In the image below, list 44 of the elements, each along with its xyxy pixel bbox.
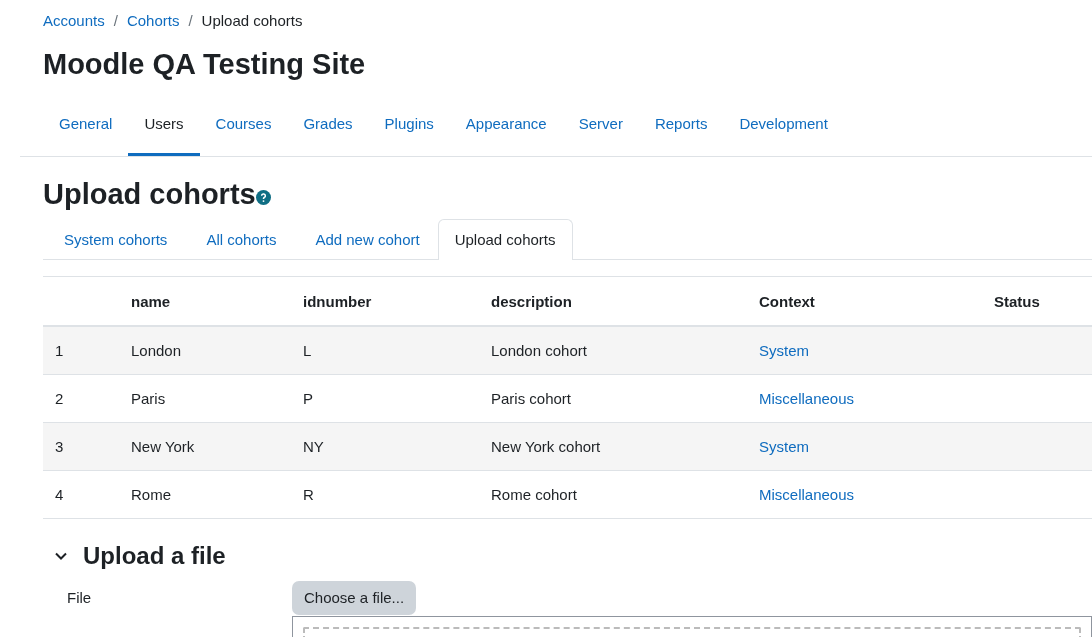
table-cell: Rome cohort	[491, 486, 577, 503]
table-cell: Paris cohort	[491, 390, 572, 407]
nav-tab[interactable]: Development	[723, 104, 844, 156]
table-cell: L	[303, 342, 312, 359]
nav-tab[interactable]: Grades	[287, 104, 369, 156]
help-icon[interactable]	[255, 190, 271, 205]
table-cell: 3	[55, 438, 64, 455]
table-cell: 2	[55, 390, 64, 407]
sub-tab[interactable]: System cohorts	[43, 219, 186, 260]
sub-tab[interactable]: Upload cohorts	[437, 219, 573, 260]
page-heading: Upload cohorts	[43, 177, 256, 211]
context-link[interactable]: Miscellaneous	[759, 486, 855, 503]
nav-tab[interactable]: Plugins	[368, 104, 450, 156]
table-cell: Paris	[131, 390, 166, 407]
table-cell: London cohort	[491, 342, 587, 359]
nav-tab[interactable]: Appearance	[449, 104, 563, 156]
nav-tab[interactable]: General	[43, 104, 129, 156]
nav-tab[interactable]: Users	[128, 104, 200, 156]
nav-tab[interactable]: Server	[562, 104, 639, 156]
sub-tab[interactable]: All cohorts	[185, 219, 295, 260]
table-cell: New York cohort	[491, 438, 601, 455]
choose-file-button[interactable]: Choose a file...	[292, 581, 417, 615]
table-cell: London	[131, 342, 182, 359]
sub-tab[interactable]: Add new cohort	[294, 219, 438, 260]
table-cell: 1	[55, 342, 64, 359]
breadcrumb-link[interactable]: Cohorts	[126, 12, 180, 30]
context-link[interactable]: Miscellaneous	[759, 390, 855, 407]
breadcrumb-separator: /	[188, 12, 193, 30]
table-cell: P	[303, 390, 313, 407]
section-heading: Upload a file	[83, 541, 226, 571]
breadcrumb-separator: /	[113, 12, 118, 30]
nav-tab[interactable]: Reports	[638, 104, 724, 156]
site-title: Moodle QA Testing Site	[42, 47, 367, 82]
context-link[interactable]: System	[759, 438, 809, 455]
table-cell: New York	[131, 438, 195, 455]
table-cell: Rome	[131, 486, 171, 503]
nav-tab[interactable]: Courses	[199, 104, 288, 156]
breadcrumb-current: Upload cohorts	[201, 12, 303, 30]
breadcrumb-link[interactable]: Accounts	[43, 12, 105, 30]
table-cell: 4	[55, 486, 64, 503]
field-label: File	[66, 588, 93, 608]
table-cell: NY	[303, 438, 324, 455]
context-link[interactable]: System	[759, 342, 809, 359]
table-cell: R	[303, 486, 314, 503]
